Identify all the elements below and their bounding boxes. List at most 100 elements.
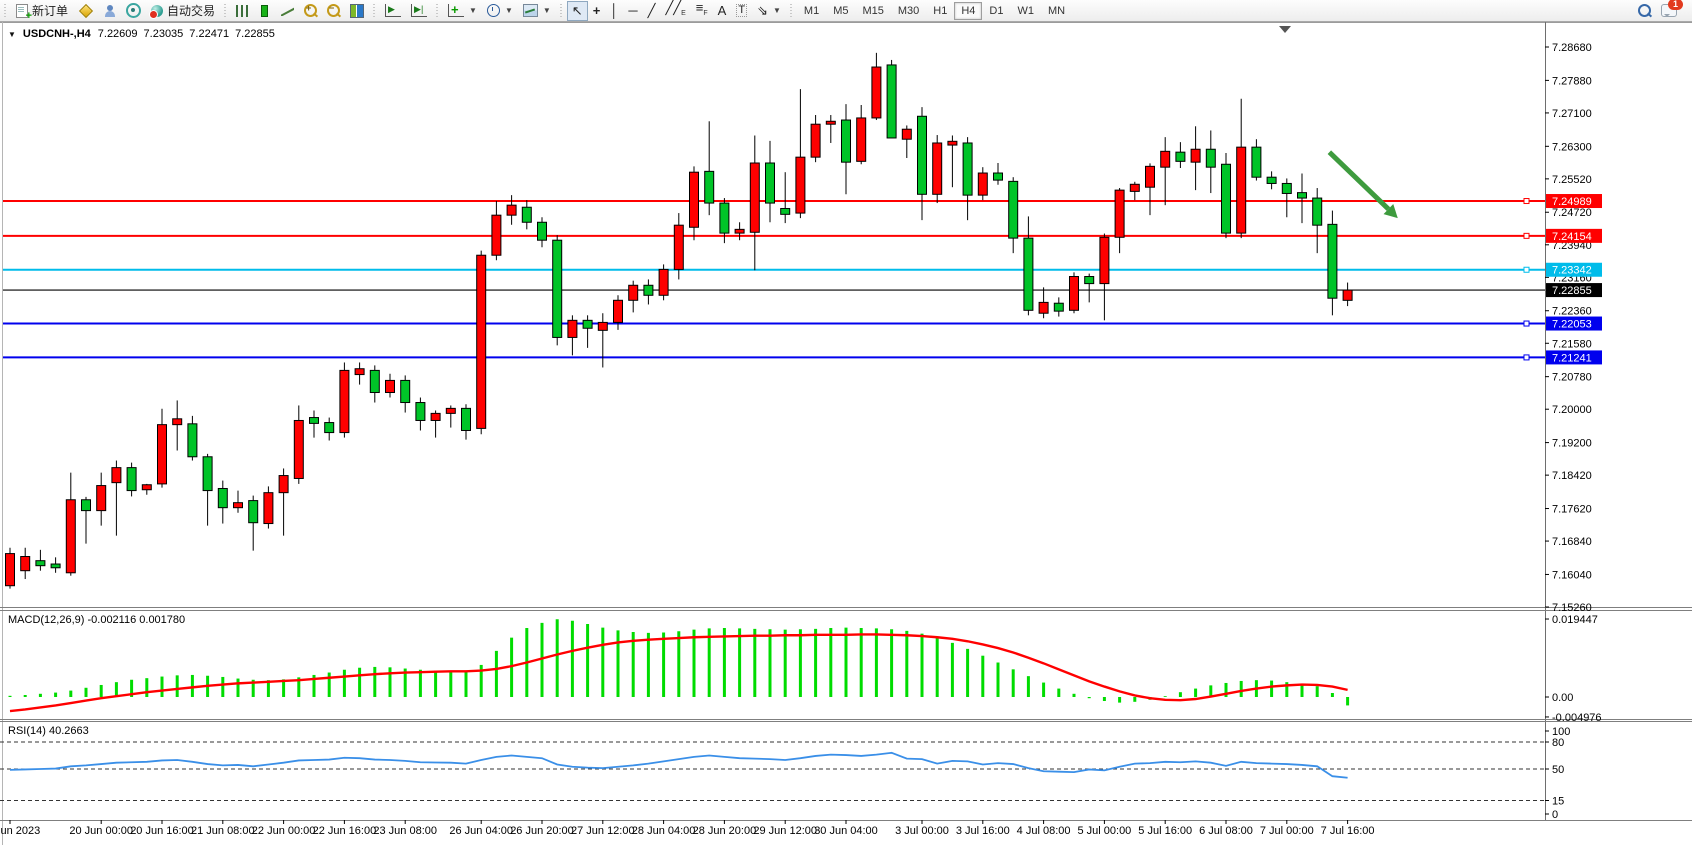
timeframe-m1[interactable]: M1 xyxy=(797,2,826,20)
candle-body xyxy=(127,468,136,491)
price-tick-label: 7.21580 xyxy=(1552,338,1592,350)
hline-price-badge: 7.22053 xyxy=(1552,319,1592,331)
signals-button[interactable] xyxy=(121,1,146,21)
crosshair-button[interactable]: + xyxy=(588,1,606,21)
chart-canvas[interactable]: 7.286807.278807.271007.263007.255207.247… xyxy=(0,22,1692,845)
timeframe-h1[interactable]: H1 xyxy=(926,2,954,20)
text-label-button[interactable]: T xyxy=(731,1,752,21)
candle-body xyxy=(887,65,896,138)
candle-body xyxy=(629,285,638,300)
equidistant-channel-button[interactable]: ╱╱ xyxy=(660,1,690,21)
timeframe-m5[interactable]: M5 xyxy=(826,2,855,20)
crosshair-icon: + xyxy=(593,4,601,17)
horizontal-line-button[interactable]: ─ xyxy=(623,1,642,21)
candle-body xyxy=(1161,151,1170,167)
timeframe-m15[interactable]: M15 xyxy=(855,2,890,20)
timeframe-w1[interactable]: W1 xyxy=(1010,2,1041,20)
fibonacci-button[interactable]: ≡ xyxy=(691,1,713,21)
candle-body xyxy=(431,413,440,420)
candle-body xyxy=(781,208,790,214)
hline-handle xyxy=(1524,199,1529,204)
timeframe-mn[interactable]: MN xyxy=(1041,2,1072,20)
toolbar-grip[interactable] xyxy=(788,4,795,18)
macd-axis-label: 0.019447 xyxy=(1552,614,1598,626)
time-tick-label: 21 Jun 08:00 xyxy=(191,825,255,837)
time-tick-label: 7 Jul 00:00 xyxy=(1260,825,1314,837)
candle-body xyxy=(97,486,106,511)
tile-windows-button[interactable] xyxy=(345,1,369,21)
symbol-dropdown-icon[interactable]: ▼ xyxy=(8,30,16,39)
new-order-button[interactable]: 新订单 xyxy=(11,1,73,21)
candle-body xyxy=(386,380,395,392)
timeframe-h4[interactable]: H4 xyxy=(954,2,982,20)
candle-body xyxy=(1343,290,1352,300)
candle-body xyxy=(203,457,212,491)
market-person-icon xyxy=(104,5,116,17)
notifications-button[interactable]: 1 xyxy=(1656,1,1682,21)
price-tick-label: 7.17620 xyxy=(1552,504,1592,516)
time-tick-label: 3 Jul 00:00 xyxy=(895,825,949,837)
market-button[interactable] xyxy=(99,1,121,21)
candle-body xyxy=(690,172,699,227)
text-button[interactable]: A xyxy=(713,1,732,21)
vertical-line-button[interactable]: │ xyxy=(605,1,623,21)
search-button[interactable] xyxy=(1633,1,1656,21)
autotrading-button[interactable]: 自动交易 xyxy=(146,1,220,21)
chart-window[interactable]: 7.286807.278807.271007.263007.255207.247… xyxy=(0,22,1692,845)
candle-body xyxy=(21,557,30,571)
candle-body xyxy=(978,173,987,195)
indicators-button[interactable]: +▼ xyxy=(443,1,482,21)
price-tick-label: 7.26300 xyxy=(1552,141,1592,153)
timeframe-d1[interactable]: D1 xyxy=(982,2,1010,20)
chart-shift-button[interactable]: ▶| xyxy=(406,1,432,21)
bar-chart-button[interactable] xyxy=(231,1,253,21)
chart-info-line: ▼ USDCNH-,H4 7.22609 7.23035 7.22471 7.2… xyxy=(8,28,275,40)
time-tick-label: 28 Jun 20:00 xyxy=(693,825,757,837)
candle-body xyxy=(340,370,349,432)
time-tick-label: 28 Jun 04:00 xyxy=(632,825,696,837)
candle-body xyxy=(568,320,577,337)
cursor-button[interactable]: ↖ xyxy=(567,1,588,21)
line-chart-button[interactable] xyxy=(276,1,299,21)
candle-body xyxy=(142,485,151,490)
quote-close: 7.22855 xyxy=(235,28,275,40)
toolbar-grip[interactable] xyxy=(434,4,441,18)
candle-body xyxy=(218,488,227,507)
periods-clock-icon xyxy=(487,4,500,17)
periods-button[interactable]: ▼ xyxy=(482,1,518,21)
price-tick-label: 7.27100 xyxy=(1552,108,1592,120)
time-tick-label: 5 Jul 16:00 xyxy=(1138,825,1192,837)
candle-body xyxy=(1176,152,1185,161)
templates-button[interactable]: ▼ xyxy=(518,1,556,21)
toolbar-grip[interactable] xyxy=(2,4,9,18)
auto-scroll-button[interactable]: ▶ xyxy=(380,1,406,21)
time-tick-label: 22 Jun 16:00 xyxy=(313,825,377,837)
toolbar-grip[interactable] xyxy=(558,4,565,18)
price-tick-label: 7.18420 xyxy=(1552,470,1592,482)
toolbar-grip[interactable] xyxy=(222,4,229,18)
tile-windows-icon xyxy=(350,4,364,18)
candle-body xyxy=(446,408,455,413)
candle-body xyxy=(1313,198,1322,225)
metaeditor-button[interactable] xyxy=(73,1,99,21)
candle-body xyxy=(1267,177,1276,183)
candle-body xyxy=(249,501,258,523)
candle-body xyxy=(1298,193,1307,198)
candle-body xyxy=(1328,224,1337,298)
quote-high: 7.23035 xyxy=(144,28,184,40)
arrows-button[interactable]: ⇘▼ xyxy=(752,1,786,21)
zoom-out-icon: − xyxy=(327,4,340,17)
candle-body xyxy=(811,124,820,157)
price-tick-label: 7.15260 xyxy=(1552,602,1592,614)
zoom-in-button[interactable]: + xyxy=(299,1,322,21)
toolbar-grip[interactable] xyxy=(371,4,378,18)
zoom-out-button[interactable]: − xyxy=(322,1,345,21)
candle-body xyxy=(66,500,75,573)
arrows-icon: ⇘ xyxy=(757,4,768,17)
candle-body xyxy=(1009,181,1018,238)
candlestick-chart-button[interactable] xyxy=(253,1,276,21)
candle-body xyxy=(1282,183,1291,193)
trendline-button[interactable]: ╱ xyxy=(643,1,661,21)
candle-body xyxy=(948,141,957,145)
timeframe-m30[interactable]: M30 xyxy=(891,2,926,20)
